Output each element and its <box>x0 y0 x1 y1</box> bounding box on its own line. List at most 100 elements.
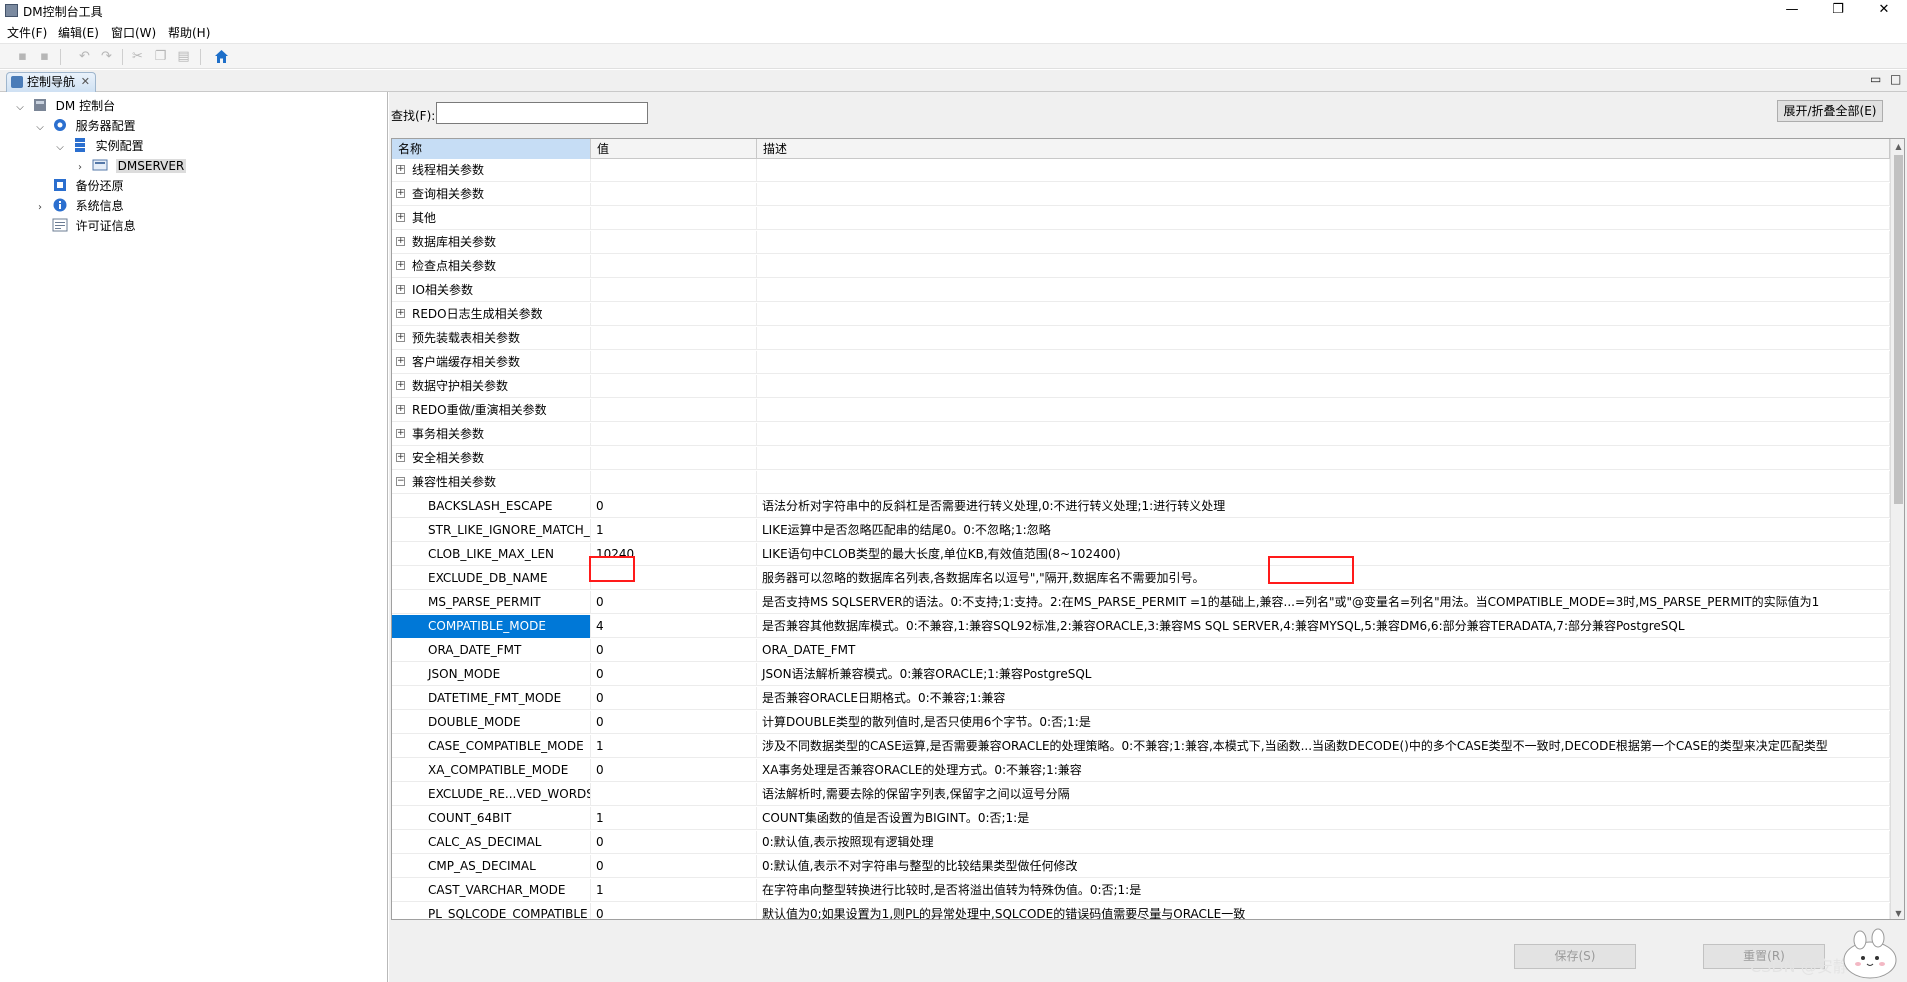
table-row[interactable]: CMP_AS_DECIMAL 0 0:默认值,表示不对字符串与整型的比较结果类型做任… <box>392 855 1890 878</box>
table-row[interactable]: STR_LIKE_IGNORE_MATCH_E 1 LIKE运算中是否忽略匹配串的结… <box>392 519 1890 542</box>
chevron-down-icon[interactable]: ⌵ <box>32 118 48 138</box>
view-maximize-button[interactable]: □ <box>1890 72 1901 86</box>
expand-icon[interactable]: + <box>396 237 405 246</box>
parameter-name-cell[interactable]: MS_PARSE_PERMIT <box>392 591 591 614</box>
menu-edit[interactable]: 编辑(E) <box>58 24 99 41</box>
parameter-value-cell[interactable] <box>591 567 757 590</box>
group-name-cell[interactable]: + 安全相关参数 <box>392 447 591 470</box>
save-button[interactable]: 保存(S) <box>1514 944 1636 969</box>
table-row[interactable]: EXCLUDE_DB_NAME 服务器可以忽略的数据库名列表,各数据库名以逗号",… <box>392 567 1890 590</box>
save-icon[interactable]: ▪ <box>15 49 30 64</box>
parameter-name-cell[interactable]: EXCLUDE_RE...VED_WORDS <box>392 783 591 806</box>
tree-item-backup-restore[interactable]: 备份还原 <box>32 176 124 196</box>
group-name-cell[interactable]: + 事务相关参数 <box>392 423 591 446</box>
parameter-value-cell[interactable]: 1 <box>591 735 757 758</box>
tab-control-navigation[interactable]: 控制导航 ✕ <box>6 72 96 92</box>
table-row[interactable]: DOUBLE_MODE 0 计算DOUBLE类型的散列值时,是否只使用6个字节。0:… <box>392 711 1890 734</box>
parameter-value-cell[interactable]: 10240 <box>591 543 757 566</box>
table-row[interactable]: BACKSLASH_ESCAPE 0 语法分析对字符串中的反斜杠是否需要进行转义处理… <box>392 495 1890 518</box>
column-header-value[interactable]: 值 <box>591 139 757 159</box>
tree-item-dm-console[interactable]: ⌵ DM 控制台 <box>12 96 115 116</box>
close-button[interactable]: ✕ <box>1861 0 1907 22</box>
table-row[interactable]: CAST_VARCHAR_MODE 1 在字符串向整型转换进行比较时,是否将溢出值转… <box>392 879 1890 902</box>
tree-item-license[interactable]: 许可证信息 <box>32 216 136 236</box>
group-name-cell[interactable]: + 检查点相关参数 <box>392 255 591 278</box>
column-header-name[interactable]: 名称 <box>392 139 591 159</box>
parameter-value-cell[interactable]: 0 <box>591 711 757 734</box>
table-row-group[interactable]: + 预先装载表相关参数 <box>392 327 1890 350</box>
expand-icon[interactable]: + <box>396 285 405 294</box>
copy-icon[interactable]: ❐ <box>153 49 168 64</box>
parameter-name-cell[interactable]: BACKSLASH_ESCAPE <box>392 495 591 518</box>
parameter-name-cell[interactable]: XA_COMPATIBLE_MODE <box>392 759 591 782</box>
table-row[interactable]: CLOB_LIKE_MAX_LEN 10240 LIKE语句中CLOB类型的最大长度… <box>392 543 1890 566</box>
table-row-group[interactable]: + 查询相关参数 <box>392 183 1890 206</box>
group-name-cell[interactable]: + 线程相关参数 <box>392 159 591 182</box>
menu-window[interactable]: 窗口(W) <box>111 24 156 41</box>
table-row-group[interactable]: + 安全相关参数 <box>392 447 1890 470</box>
expand-icon[interactable]: + <box>396 453 405 462</box>
table-row[interactable]: EXCLUDE_RE...VED_WORDS 语法解析时,需要去除的保留字列表,保… <box>392 783 1890 806</box>
parameter-name-cell[interactable]: JSON_MODE <box>392 663 591 686</box>
parameter-name-cell[interactable]: PL_SQLCODE_COMPATIBLE <box>392 903 591 919</box>
vertical-scrollbar[interactable]: ▲ ▼ <box>1890 139 1904 919</box>
expand-icon[interactable]: + <box>396 333 405 342</box>
parameter-value-cell[interactable]: 0 <box>591 831 757 854</box>
chevron-down-icon[interactable]: ⌵ <box>52 138 68 158</box>
close-icon[interactable]: ✕ <box>81 73 90 91</box>
table-row-group[interactable]: + 事务相关参数 <box>392 423 1890 446</box>
tree-item-dmserver[interactable]: › DMSERVER <box>72 156 187 176</box>
table-row[interactable]: COMPATIBLE_MODE 4 是否兼容其他数据库模式。0:不兼容,1:兼容SQ… <box>392 615 1890 638</box>
search-input[interactable] <box>436 102 648 124</box>
save-all-icon[interactable]: ▪ <box>37 49 52 64</box>
menu-file[interactable]: 文件(F) <box>7 24 47 41</box>
group-name-cell[interactable]: + 其他 <box>392 207 591 230</box>
parameter-name-cell[interactable]: CLOB_LIKE_MAX_LEN <box>392 543 591 566</box>
parameter-name-cell[interactable]: STR_LIKE_IGNORE_MATCH_E <box>392 519 591 542</box>
expand-icon[interactable]: + <box>396 165 405 174</box>
undo-icon[interactable]: ↶ <box>77 49 92 64</box>
table-row-group[interactable]: + REDO日志生成相关参数 <box>392 303 1890 326</box>
parameter-name-cell[interactable]: COUNT_64BIT <box>392 807 591 830</box>
collapse-icon[interactable]: − <box>396 477 405 486</box>
table-row[interactable]: COUNT_64BIT 1 COUNT集函数的值是否设置为BIGINT。0:否;1:… <box>392 807 1890 830</box>
table-row[interactable]: ORA_DATE_FMT 0 ORA_DATE_FMT <box>392 639 1890 662</box>
cut-icon[interactable]: ✂ <box>130 49 145 64</box>
parameter-value-cell[interactable]: 0 <box>591 495 757 518</box>
parameter-name-cell[interactable]: ORA_DATE_FMT <box>392 639 591 662</box>
table-row[interactable]: DATETIME_FMT_MODE 0 是否兼容ORACLE日期格式。0:不兼容;1… <box>392 687 1890 710</box>
expand-icon[interactable]: + <box>396 213 405 222</box>
parameter-value-cell[interactable]: 0 <box>591 903 757 919</box>
table-row[interactable]: JSON_MODE 0 JSON语法解析兼容模式。0:兼容ORACLE;1:兼容Po… <box>392 663 1890 686</box>
view-minimize-button[interactable]: ▭ <box>1870 72 1881 86</box>
chevron-down-icon[interactable]: ⌵ <box>12 98 28 118</box>
tree-item-system-info[interactable]: › 系统信息 <box>32 196 124 216</box>
table-row[interactable]: PL_SQLCODE_COMPATIBLE 0 默认值为0;如果设置为1,则PL的异… <box>392 903 1890 919</box>
parameter-name-cell[interactable]: CMP_AS_DECIMAL <box>392 855 591 878</box>
parameter-name-cell[interactable]: CAST_VARCHAR_MODE <box>392 879 591 902</box>
parameter-value-cell[interactable]: 0 <box>591 759 757 782</box>
parameter-name-cell[interactable]: CASE_COMPATIBLE_MODE <box>392 735 591 758</box>
table-row-group[interactable]: + 客户端缓存相关参数 <box>392 351 1890 374</box>
tree-item-instance-config[interactable]: ⌵ 实例配置 <box>52 136 144 156</box>
expand-icon[interactable]: + <box>396 309 405 318</box>
group-name-cell[interactable]: + IO相关参数 <box>392 279 591 302</box>
group-name-cell[interactable]: + REDO日志生成相关参数 <box>392 303 591 326</box>
parameter-name-cell[interactable]: COMPATIBLE_MODE <box>392 615 591 638</box>
table-row-group[interactable]: + 线程相关参数 <box>392 159 1890 182</box>
table-row-group[interactable]: − 兼容性相关参数 <box>392 471 1890 494</box>
parameter-value-cell[interactable]: 0 <box>591 687 757 710</box>
table-row-group[interactable]: + REDO重做/重演相关参数 <box>392 399 1890 422</box>
table-row[interactable]: XA_COMPATIBLE_MODE 0 XA事务处理是否兼容ORACLE的处理方式… <box>392 759 1890 782</box>
parameter-value-cell[interactable]: 1 <box>591 879 757 902</box>
table-row-group[interactable]: + IO相关参数 <box>392 279 1890 302</box>
parameter-name-cell[interactable]: DATETIME_FMT_MODE <box>392 687 591 710</box>
paste-icon[interactable]: ▤ <box>176 49 191 64</box>
group-name-cell[interactable]: + 预先装载表相关参数 <box>392 327 591 350</box>
group-name-cell[interactable]: + REDO重做/重演相关参数 <box>392 399 591 422</box>
table-row[interactable]: CASE_COMPATIBLE_MODE 1 涉及不同数据类型的CASE运算,是否需… <box>392 735 1890 758</box>
home-icon[interactable] <box>214 49 229 64</box>
expand-icon[interactable]: + <box>396 381 405 390</box>
expand-icon[interactable]: + <box>396 429 405 438</box>
table-row-group[interactable]: + 检查点相关参数 <box>392 255 1890 278</box>
